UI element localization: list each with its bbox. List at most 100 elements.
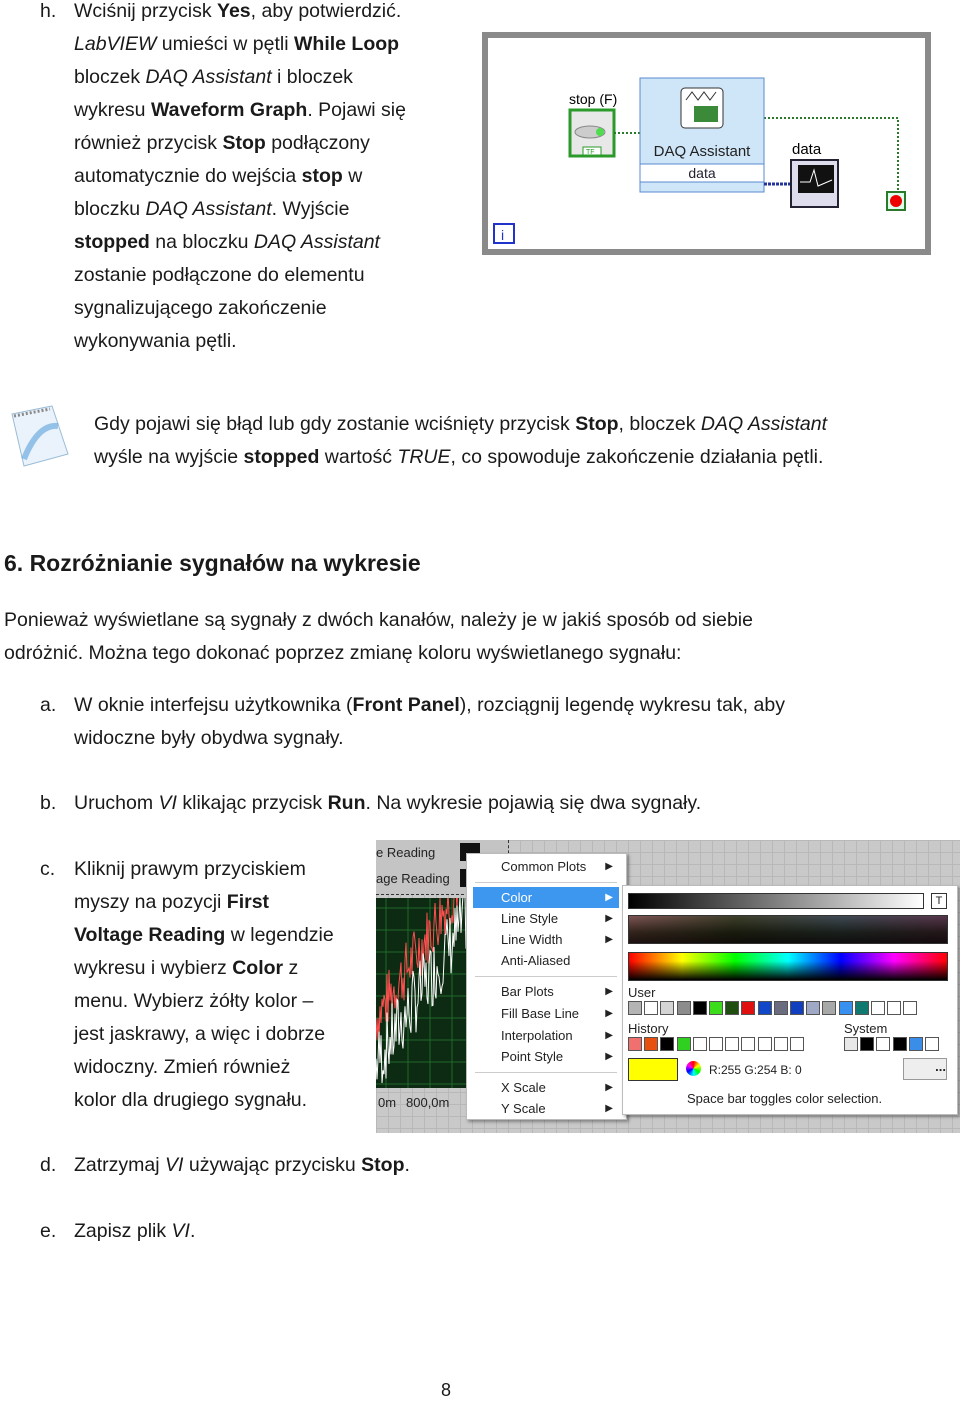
menu-item-label: Line Width [501,932,563,947]
color-swatch[interactable] [892,1037,907,1051]
menu-item-common-plots[interactable]: Common Plots ▶ [473,856,619,877]
color-swatch[interactable] [741,1037,756,1051]
menu-item-label: Interpolation [501,1028,573,1043]
submenu-arrow-icon: ▶ [605,1030,613,1041]
text-run: W oknie interfejsu użytkownika ( [74,694,353,716]
text-line: kolor dla drugiego sygnału. [74,1084,334,1117]
text-run: Color [232,957,284,979]
color-swatch[interactable] [887,1001,902,1015]
text-line: wyśle na wyjście stopped wartość TRUE, c… [94,441,827,474]
text-run: używając przycisku [183,1154,362,1176]
color-swatch[interactable] [822,1001,837,1015]
color-swatch[interactable] [860,1037,875,1051]
color-swatch[interactable] [660,1037,675,1051]
color-swatch[interactable] [854,1001,869,1015]
text-run: Front Panel [352,694,460,716]
color-swatch[interactable] [773,1037,788,1051]
text-run: stopped [74,231,150,253]
text-run: VI [158,792,177,814]
menu-separator [475,976,617,977]
text-run: wykonywania pętli. [74,330,237,352]
color-swatch[interactable] [903,1001,918,1015]
menu-item-x-scale[interactable]: X Scale ▶ [473,1077,619,1098]
text-run: menu. Wybierz żółty kolor – [74,990,314,1012]
color-swatch[interactable] [644,1001,659,1015]
text-line: Zapisz plik VI. [74,1215,195,1248]
color-swatch[interactable] [844,1037,858,1051]
text-run: While Loop [294,33,400,55]
submenu-arrow-icon: ▶ [605,1008,613,1019]
menu-item-bar-plots[interactable]: Bar Plots ▶ [473,981,619,1002]
color-picker: T User History System R:255 G:254 B: 0 .… [622,885,958,1115]
text-run: kolor dla drugiego sygnału. [74,1089,308,1111]
menu-item-line-style[interactable]: Line Style ▶ [473,908,619,929]
menu-item-label: Bar Plots [501,984,554,999]
text-run: również przycisk [74,132,223,154]
context-menu: Common Plots ▶ Color ▶ Line Style ▶ Line Width… [466,853,627,1120]
color-swatch[interactable] [676,1001,691,1015]
menu-item-point-style[interactable]: Point Style ▶ [473,1046,619,1067]
menu-item-label: Line Style [501,911,559,926]
color-swatch[interactable] [628,1037,642,1051]
text-run: stopped [243,446,320,468]
color-swatch[interactable] [692,1001,707,1015]
menu-item-anti-aliased[interactable]: Anti-Aliased [473,950,619,971]
text-run: . [189,1220,196,1242]
menu-item-y-scale[interactable]: Y Scale ▶ [473,1098,619,1119]
color-swatch[interactable] [790,1037,804,1051]
color-swatch[interactable] [709,1037,723,1051]
grayscale-bar[interactable] [628,893,924,909]
color-swatch[interactable] [660,1001,675,1015]
color-swatch[interactable] [806,1001,821,1015]
note-text: Gdy pojawi się błąd lub gdy zostanie wci… [94,408,827,474]
svg-text:data: data [688,165,715,181]
text-run: . Wyjście [271,198,350,220]
text-run: odróżnić. Można tego dokonać poprzez zmi… [4,642,682,664]
color-wheel-icon[interactable] [686,1061,701,1076]
muted-color-bar[interactable] [628,915,948,944]
text-run: Wciśnij przycisk [74,0,218,22]
list-marker: b. [40,792,57,814]
text-run: DAQ Assistant [700,413,827,435]
color-swatch[interactable] [725,1037,740,1051]
color-swatch[interactable] [676,1037,691,1051]
text-run: DAQ Assistant [253,231,380,253]
color-swatch[interactable] [757,1001,772,1015]
color-swatch[interactable] [871,1001,885,1015]
text-line: LabVIEW umieści w pętli While Loop [74,28,406,61]
menu-separator [475,1072,617,1073]
daq-assistant-block: DAQ Assistant data [639,77,765,193]
menu-item-fill-base-line[interactable]: Fill Base Line ▶ [473,1003,619,1024]
text-run: umieści w pętli [156,33,294,55]
color-swatch[interactable] [925,1037,939,1051]
legend-item-1: e Reading [376,845,436,860]
text-line: sygnalizującego zakończenie [74,292,406,325]
color-swatch[interactable] [628,1001,642,1015]
color-swatch[interactable] [692,1037,707,1051]
palette-button[interactable]: ... [903,1058,947,1080]
color-swatch[interactable] [908,1037,923,1051]
color-swatch[interactable] [838,1001,853,1015]
system-label: System [844,1021,888,1036]
transparent-button[interactable]: T [931,893,947,909]
text-run: podłączony [265,132,370,154]
text-run: Yes [217,0,251,22]
text-run: bloczku [74,198,146,220]
text-line: Gdy pojawi się błąd lub gdy zostanie wci… [94,408,827,441]
text-run: . Pojawi się [307,99,406,121]
color-swatch[interactable] [757,1037,772,1051]
color-swatch[interactable] [725,1001,740,1015]
text-run: klikając przycisk [176,792,328,814]
menu-item-line-width[interactable]: Line Width ▶ [473,929,619,950]
item-h-text: Wciśnij przycisk Yes, aby potwierdzić. La… [74,0,406,358]
menu-item-color[interactable]: Color ▶ [473,887,619,908]
hue-bar[interactable] [628,952,948,981]
color-swatch[interactable] [709,1001,723,1015]
list-marker: a. [40,694,57,716]
color-swatch[interactable] [790,1001,804,1015]
color-swatch[interactable] [876,1037,891,1051]
color-swatch[interactable] [773,1001,788,1015]
color-swatch[interactable] [741,1001,756,1015]
menu-item-interpolation[interactable]: Interpolation ▶ [473,1025,619,1046]
color-swatch[interactable] [644,1037,659,1051]
